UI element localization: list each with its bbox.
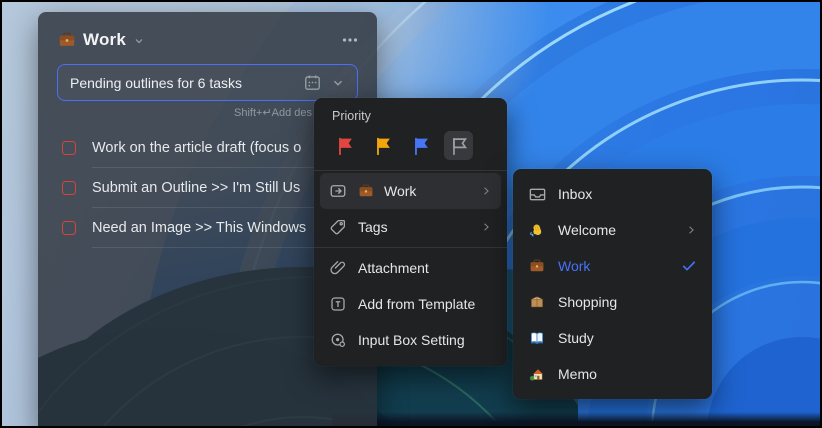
more-options-icon[interactable] (339, 29, 361, 51)
chevron-right-icon (684, 223, 698, 237)
list-picker-submenu: Inbox Welcome (513, 169, 712, 399)
template-icon (328, 295, 348, 313)
menu-item-label: Work (384, 183, 469, 199)
task-title[interactable]: Work on the article draft (focus o (92, 140, 301, 156)
chevron-right-icon (479, 220, 493, 234)
menu-item-attachment[interactable]: Attachment (320, 250, 501, 286)
task-checkbox[interactable] (62, 181, 76, 195)
menu-item-label: Attachment (358, 260, 493, 276)
submenu-item-study[interactable]: Study (513, 320, 712, 356)
menu-item-label: Input Box Setting (358, 332, 493, 348)
quick-add-chevron-down-icon[interactable] (331, 76, 345, 90)
package-emoji (527, 294, 547, 310)
submenu-item-work[interactable]: Work (513, 248, 712, 284)
briefcase-emoji (358, 183, 374, 199)
menu-item-label: Add from Template (358, 296, 493, 312)
task-title[interactable]: Need an Image >> This Windows (92, 220, 306, 236)
menu-item-add-from-template[interactable]: Add from Template (320, 286, 501, 322)
tag-icon (328, 218, 348, 236)
move-to-list-icon (328, 182, 348, 200)
input-settings-icon (328, 331, 348, 349)
submenu-item-welcome[interactable]: Welcome (513, 212, 712, 248)
quick-add-options-menu: Priority (314, 98, 507, 366)
menu-item-move-to-list[interactable]: Work (320, 173, 501, 209)
briefcase-emoji (527, 258, 547, 274)
submenu-item-label: Inbox (558, 186, 698, 202)
quick-add-value[interactable]: Pending outlines for 6 tasks (70, 75, 294, 91)
submenu-item-label: Work (558, 258, 669, 274)
wave-emoji (527, 222, 547, 238)
submenu-item-memo[interactable]: Memo (513, 356, 712, 392)
add-description-hint: Shift+↵Add des (234, 106, 312, 119)
wallpaper-bottom-shadow (332, 412, 820, 428)
inbox-icon (527, 185, 547, 204)
book-emoji (527, 330, 547, 346)
submenu-item-label: Welcome (558, 222, 673, 238)
briefcase-emoji (58, 31, 76, 49)
medium-priority-flag-icon[interactable] (368, 131, 397, 160)
chevron-right-icon (479, 184, 493, 198)
list-header: Work (58, 26, 361, 54)
task-checkbox[interactable] (62, 141, 76, 155)
submenu-item-label: Study (558, 330, 698, 346)
house-emoji (527, 366, 547, 382)
screenshot-root: Work Pending outlines for 6 tasks (0, 0, 822, 428)
submenu-item-label: Memo (558, 366, 698, 382)
menu-divider (314, 247, 507, 248)
menu-item-label: Tags (358, 219, 469, 235)
menu-divider (314, 170, 507, 171)
task-title[interactable]: Submit an Outline >> I'm Still Us (92, 180, 300, 196)
no-priority-flag-icon[interactable] (444, 131, 473, 160)
high-priority-flag-icon[interactable] (330, 131, 359, 160)
paperclip-icon (328, 259, 348, 277)
calendar-icon[interactable] (303, 73, 322, 92)
priority-section-label: Priority (314, 107, 507, 129)
list-title-chevron-down-icon[interactable] (133, 35, 145, 47)
checkmark-icon (680, 257, 698, 275)
quick-add-input[interactable]: Pending outlines for 6 tasks (57, 64, 358, 101)
submenu-item-shopping[interactable]: Shopping (513, 284, 712, 320)
low-priority-flag-icon[interactable] (406, 131, 435, 160)
menu-item-input-box-setting[interactable]: Input Box Setting (320, 322, 501, 358)
task-checkbox[interactable] (62, 221, 76, 235)
list-title: Work (83, 30, 126, 50)
submenu-item-inbox[interactable]: Inbox (513, 176, 712, 212)
submenu-item-label: Shopping (558, 294, 698, 310)
priority-flag-row (314, 129, 507, 168)
menu-item-tags[interactable]: Tags (320, 209, 501, 245)
